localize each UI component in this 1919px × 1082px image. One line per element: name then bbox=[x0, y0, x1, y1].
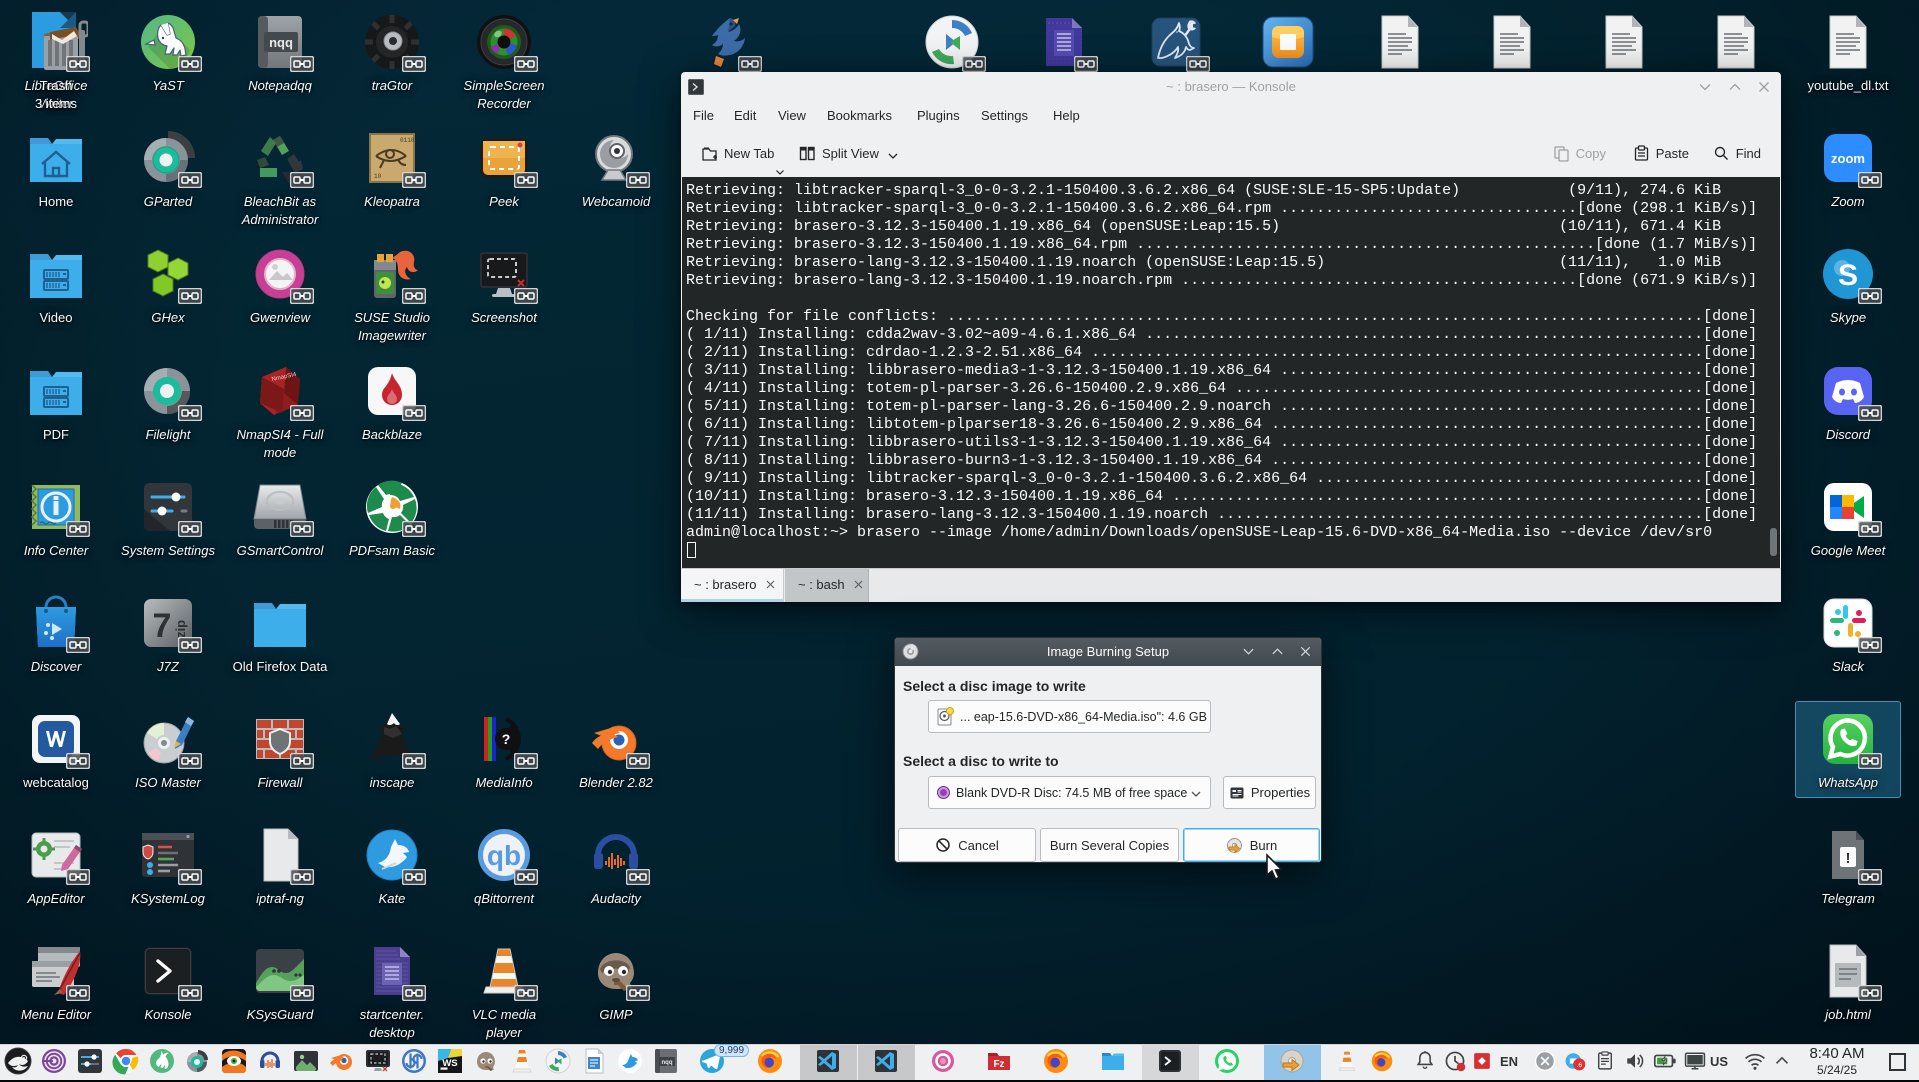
svg-text:qb: qb bbox=[487, 840, 521, 871]
svg-text:10: 10 bbox=[374, 173, 382, 180]
svg-text:zip: zip bbox=[173, 620, 188, 638]
svg-text:Fz: Fz bbox=[993, 1059, 1004, 1070]
svg-text:7: 7 bbox=[153, 607, 172, 645]
svg-text:!: ! bbox=[1846, 850, 1851, 867]
svg-text:zoom: zoom bbox=[1831, 151, 1865, 166]
svg-text:WS: WS bbox=[442, 1058, 457, 1069]
svg-text:S: S bbox=[1838, 259, 1858, 292]
svg-text:?: ? bbox=[502, 731, 511, 747]
svg-text:nqq: nqq bbox=[662, 1060, 673, 1066]
svg-text:0110: 0110 bbox=[400, 137, 415, 144]
svg-text:.6: .6 bbox=[1576, 1062, 1582, 1069]
svg-text:nqq: nqq bbox=[269, 35, 293, 50]
